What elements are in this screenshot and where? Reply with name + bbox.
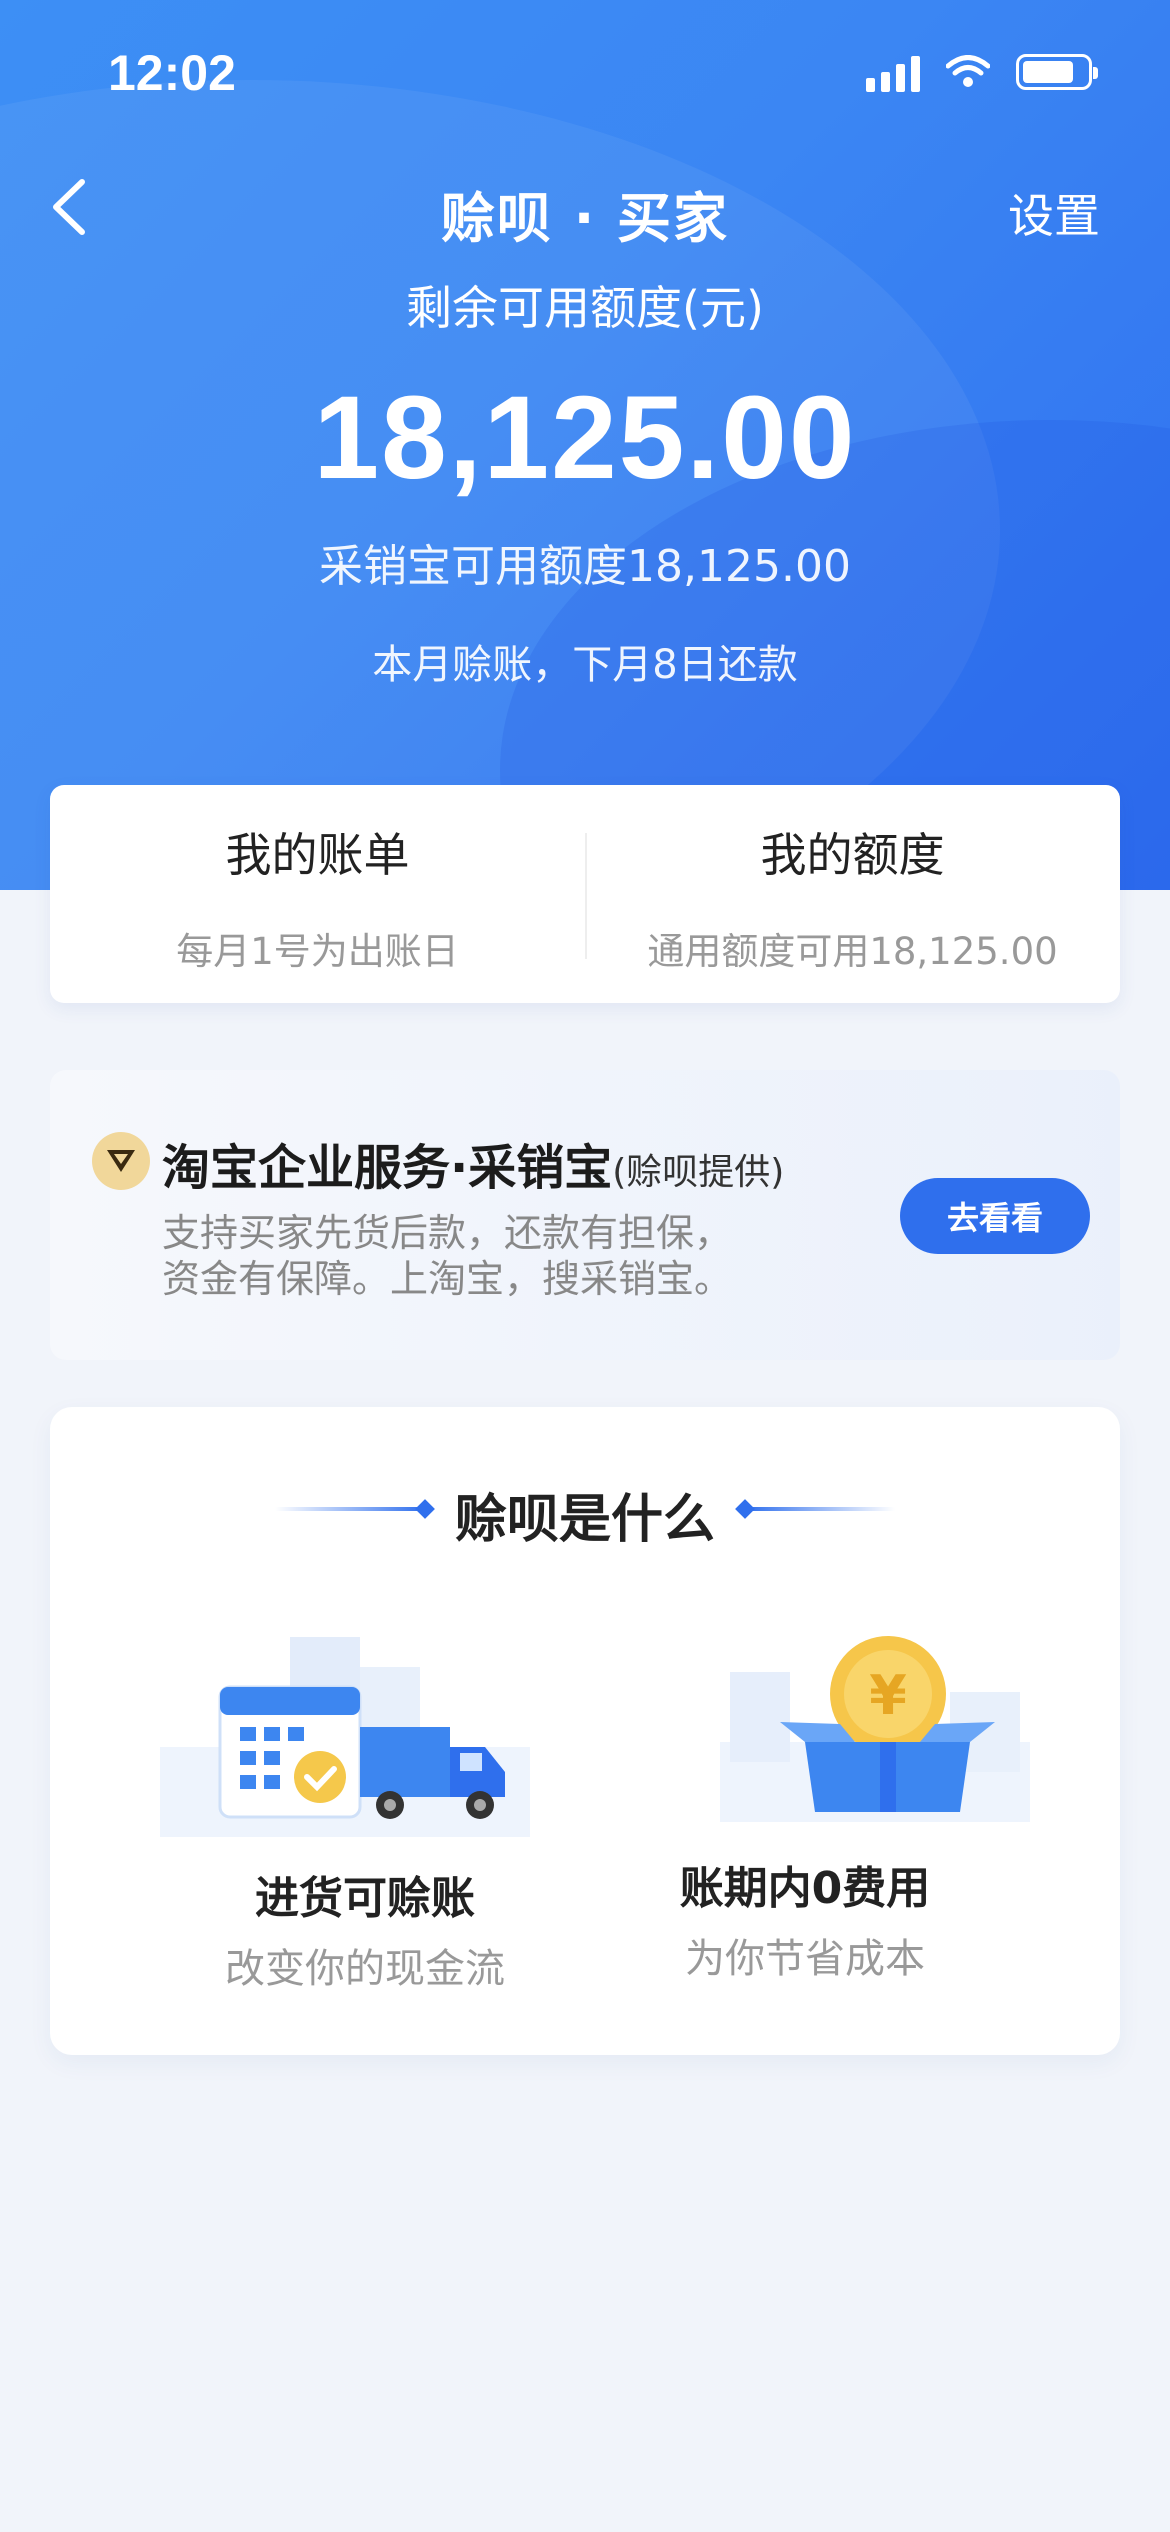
promo-desc-line: 支持买家先货后款，还款有担保， [162, 1211, 733, 1255]
cellular-signal-icon [866, 52, 920, 92]
status-icons [866, 52, 1098, 92]
status-bar: 12:02 [0, 0, 1170, 150]
credit-amount: 18,125.00 [313, 372, 857, 504]
credit-label: 剩余可用额度(元) [406, 281, 764, 335]
promo-title-suffix: (赊呗提供) [612, 1152, 785, 1193]
title-decoration [745, 1507, 895, 1511]
my-bill-sub: 每月1号为出账日 [176, 930, 459, 973]
header-hero: 12:02 赊呗 · 买家 设置 剩余可用额度(元) 18,125.00 采销宝… [0, 0, 1170, 890]
what-is-card: 赊呗是什么 进货可赊账 改变你的现金流 ¥ 账期内0费用 为你节省成本 [50, 1407, 1120, 2055]
promo-title: 淘宝企业服务·采销宝(赊呗提供) [162, 1128, 784, 1198]
feature-item: 账期内0费用 为你节省成本 [575, 1852, 1035, 1984]
feature-sub: 改变你的现金流 [225, 1946, 505, 1992]
caixiaobao-credit: 采销宝可用额度18,125.00 [319, 541, 851, 592]
my-quota-title: 我的额度 [760, 828, 945, 882]
calendar-truck-icon [160, 1637, 530, 1837]
battery-icon [1016, 54, 1098, 90]
summary-card: 我的账单 每月1号为出账日 我的额度 通用额度可用18,125.00 [50, 785, 1120, 1003]
feature-item: 进货可赊账 改变你的现金流 [135, 1862, 595, 1994]
feature-title: 进货可赊账 [255, 1873, 475, 1924]
page-title: 赊呗 · 买家 [440, 187, 730, 250]
section-title: 赊呗是什么 [454, 1490, 715, 1550]
promo-description: 支持买家先货后款，还款有担保， 资金有保障。上淘宝，搜采销宝。 [162, 1210, 782, 1302]
my-bill-button[interactable]: 我的账单 每月1号为出账日 [50, 785, 585, 1003]
settings-button[interactable]: 设置 [1008, 180, 1100, 246]
promo-desc-line: 资金有保障。上淘宝，搜采销宝。 [162, 1257, 733, 1301]
feature-sub: 为你节省成本 [685, 1936, 925, 1982]
feature-title: 账期内0费用 [679, 1863, 931, 1914]
go-see-button[interactable]: 去看看 [900, 1178, 1090, 1254]
my-quota-button[interactable]: 我的额度 通用额度可用18,125.00 [585, 785, 1120, 1003]
repay-note: 本月赊账，下月8日还款 [372, 642, 798, 688]
taobao-service-icon [92, 1132, 150, 1190]
status-time: 12:02 [108, 45, 236, 101]
promo-title-text: 淘宝企业服务·采销宝 [162, 1140, 613, 1196]
wifi-icon [946, 55, 990, 87]
my-quota-sub: 通用额度可用18,125.00 [647, 930, 1058, 973]
my-bill-title: 我的账单 [225, 828, 410, 882]
nav-bar: 赊呗 · 买家 设置 [0, 160, 1170, 260]
coin-box-icon: ¥ [720, 1636, 1030, 1822]
promo-banner[interactable]: 淘宝企业服务·采销宝(赊呗提供) 支持买家先货后款，还款有担保， 资金有保障。上… [50, 1070, 1120, 1360]
svg-text:¥: ¥ [869, 1664, 907, 1727]
